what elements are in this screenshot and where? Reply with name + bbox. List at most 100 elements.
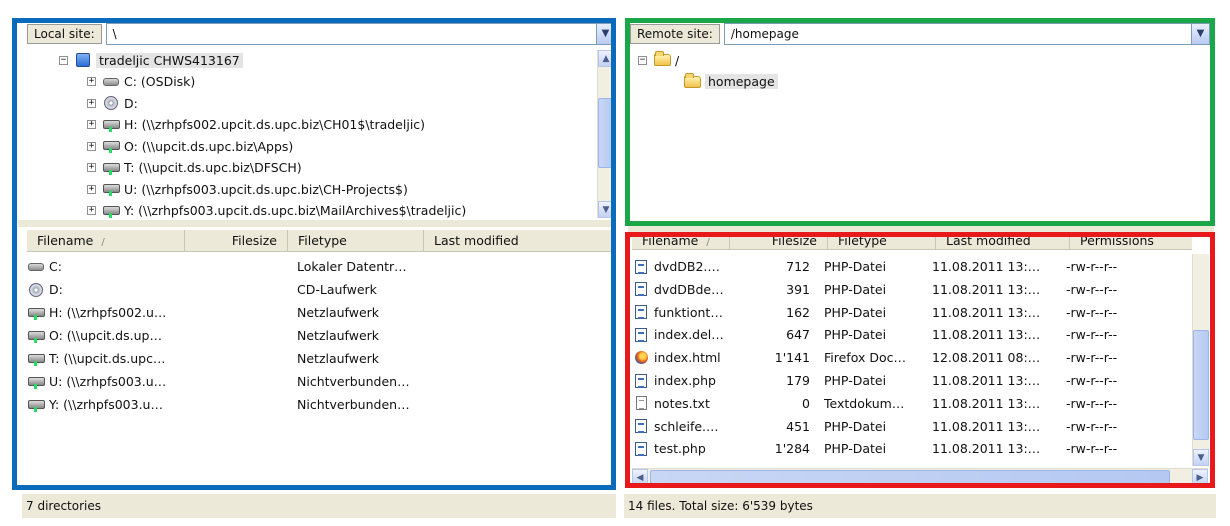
local-col-filesize[interactable]: Filesize	[185, 230, 288, 252]
file-name-cell: notes.txt	[632, 395, 742, 411]
list-item[interactable]: H: (\\zrhpfs002.u… Netzlaufwerk	[27, 301, 611, 324]
text-file-icon	[632, 395, 650, 411]
expand-icon[interactable]: +	[87, 98, 96, 108]
tree-node-label: O: (\\upcit.ds.upc.biz\Apps)	[124, 138, 294, 154]
remote-list-scroll-thumb[interactable]	[1193, 330, 1209, 440]
php-file-icon	[632, 304, 650, 320]
remote-list-hscroll-thumb[interactable]	[650, 470, 1170, 484]
list-item[interactable]: index.php 179 PHP-Datei 11.08.2011 13:… -rw-…	[632, 369, 1188, 392]
list-item[interactable]: notes.txt 0 Textdokum… 11.08.2011 13:… -rw-r…	[632, 392, 1188, 415]
tree-node-label: homepage	[705, 74, 778, 89]
expand-icon[interactable]: +	[87, 77, 96, 86]
file-modified: 11.08.2011 13:…	[932, 441, 1041, 457]
expand-icon[interactable]: +	[87, 141, 96, 151]
list-item[interactable]: D: CD-Laufwerk	[27, 278, 611, 301]
tree-node-label: tradeljic CHWS413167	[96, 52, 243, 68]
list-item[interactable]: T: (\\upcit.ds.upc… Netzlaufwerk	[27, 347, 611, 370]
chevron-down-icon[interactable]: ▼	[596, 24, 614, 44]
expand-icon[interactable]: +	[87, 120, 96, 129]
tree-node[interactable]: − tradeljic CHWS413167	[59, 50, 243, 70]
list-item[interactable]: index.html 1'141 Firefox Doc… 12.08.2011 08…	[632, 346, 1188, 369]
network-drive-icon	[102, 117, 120, 133]
local-file-list[interactable]: C: Lokaler Datentr… D: CD-Laufwerk H: (\\zrh…	[27, 254, 611, 486]
remote-col-filesize[interactable]: Filesize	[730, 232, 828, 249]
tree-node[interactable]: homepage	[668, 72, 778, 92]
remote-col-filetype[interactable]: Filetype	[828, 232, 936, 249]
local-col-filetype[interactable]: Filetype	[288, 230, 424, 252]
network-drive-icon	[27, 328, 45, 344]
tree-node[interactable]: + C: (OSDisk)	[87, 72, 195, 92]
list-item[interactable]: C: Lokaler Datentr…	[27, 255, 611, 278]
file-modified: 12.08.2011 08:…	[932, 350, 1041, 366]
list-item[interactable]: Y: (\\zrhpfs003.u… Nichtverbunden…	[27, 393, 611, 416]
collapse-icon[interactable]: −	[638, 55, 647, 65]
php-file-icon	[632, 373, 650, 389]
file-name: C:	[49, 259, 62, 274]
file-name: test.php	[654, 441, 706, 457]
list-item[interactable]: test.php 1'284 PHP-Datei 11.08.2011 13:… -rw…	[632, 437, 1188, 460]
scroll-down-icon[interactable]: ▼	[598, 201, 614, 218]
collapse-icon[interactable]: −	[59, 55, 68, 65]
local-directory-tree[interactable]: − tradeljic CHWS413167 + C: (OSDisk) + D: + H: …	[27, 48, 597, 218]
remote-file-list[interactable]: dvdDB2.… 712 PHP-Datei 11.08.2011 13:… -rw-r…	[632, 254, 1188, 466]
tree-node[interactable]: − /	[638, 50, 679, 70]
local-tree-scroll-thumb[interactable]	[598, 98, 614, 168]
remote-list-scrollbar[interactable]: ▼	[1192, 254, 1209, 466]
list-item[interactable]: schleife.… 451 PHP-Datei 11.08.2011 13:… -rw…	[632, 415, 1188, 438]
local-col-filename[interactable]: Filename /	[27, 230, 185, 252]
local-tree-scrollbar[interactable]: ▲ ▼	[597, 50, 614, 218]
cd-drive-icon	[102, 95, 120, 111]
file-name-cell: T: (\\upcit.ds.upc…	[27, 351, 297, 367]
file-name-cell: dvdDBde…	[632, 281, 742, 297]
tree-node[interactable]: + T: (\\upcit.ds.upc.biz\DFSCH)	[87, 158, 302, 178]
computer-icon	[74, 52, 92, 68]
remote-col-last-modified[interactable]: Last modified	[936, 232, 1070, 249]
list-item[interactable]: O: (\\upcit.ds.up… Netzlaufwerk	[27, 324, 611, 347]
remote-site-path-input[interactable]: /homepage ▼	[723, 23, 1210, 45]
file-name: dvdDBde…	[654, 281, 724, 297]
list-item[interactable]: U: (\\zrhpfs003.u… Nichtverbunden…	[27, 370, 611, 393]
list-item[interactable]: dvdDB2.… 712 PHP-Datei 11.08.2011 13:… -rw-r…	[632, 255, 1188, 278]
scroll-left-icon[interactable]: ◀	[632, 469, 648, 486]
file-name: O: (\\upcit.ds.up…	[49, 328, 162, 343]
list-item[interactable]: funktiont… 162 PHP-Datei 11.08.2011 13:… -rw…	[632, 301, 1188, 324]
file-type: Netzlaufwerk	[297, 328, 380, 343]
file-name: T: (\\upcit.ds.upc…	[49, 351, 166, 366]
tree-node[interactable]: + U: (\\zrhpfs003.upcit.ds.upc.biz\CH-Pro…	[87, 179, 408, 199]
file-modified: 11.08.2011 13:…	[932, 327, 1041, 343]
local-site-path-input[interactable]: \ ▼	[105, 23, 615, 45]
file-type: Lokaler Datentr…	[297, 259, 407, 274]
remote-list-hscrollbar[interactable]: ◀ ▶	[632, 468, 1208, 486]
scroll-up-icon[interactable]: ▲	[598, 50, 614, 67]
chevron-down-icon[interactable]: ▼	[1191, 24, 1209, 44]
list-item[interactable]: index.del… 647 PHP-Datei 11.08.2011 13:… -rw…	[632, 323, 1188, 346]
file-size: 712	[786, 259, 810, 274]
list-item[interactable]: dvdDBde… 391 PHP-Datei 11.08.2011 13:… -rw-r…	[632, 278, 1188, 301]
remote-col-filename[interactable]: Filename /	[632, 232, 730, 249]
tree-node[interactable]: + O: (\\upcit.ds.upc.biz\Apps)	[87, 136, 293, 156]
tree-node[interactable]: + D:	[87, 93, 138, 113]
file-name-cell: index.php	[632, 373, 742, 389]
remote-site-label: Remote site:	[630, 24, 720, 44]
tree-node-label: C: (OSDisk)	[124, 74, 196, 89]
file-name-cell: U: (\\zrhpfs003.u…	[27, 374, 297, 390]
local-col-last-modified[interactable]: Last modified	[424, 230, 611, 252]
local-splitter[interactable]	[18, 220, 612, 227]
tree-node[interactable]: + Y: (\\zrhpfs003.upcit.ds.upc.biz\MailAr…	[87, 201, 466, 218]
local-site-bar: Local site: \ ▼	[27, 22, 615, 46]
remote-col-permissions[interactable]: Permissions	[1070, 232, 1192, 249]
file-type: PHP-Datei	[824, 327, 887, 343]
network-drive-icon	[102, 160, 120, 176]
file-name-cell: index.html	[632, 350, 742, 366]
scroll-right-icon[interactable]: ▶	[1192, 469, 1208, 486]
tree-node[interactable]: + H: (\\zrhpfs002.upcit.ds.upc.biz\CH01$\…	[87, 115, 425, 135]
remote-directory-tree[interactable]: − / homepage	[632, 48, 1208, 220]
expand-icon[interactable]: +	[87, 206, 96, 215]
folder-icon	[683, 72, 701, 90]
scroll-down-icon[interactable]: ▼	[1193, 449, 1209, 466]
expand-icon[interactable]: +	[87, 163, 96, 172]
file-name-cell: test.php	[632, 441, 742, 457]
local-site-label: Local site:	[27, 24, 102, 44]
file-name: index.del…	[654, 327, 724, 343]
expand-icon[interactable]: +	[87, 184, 96, 194]
